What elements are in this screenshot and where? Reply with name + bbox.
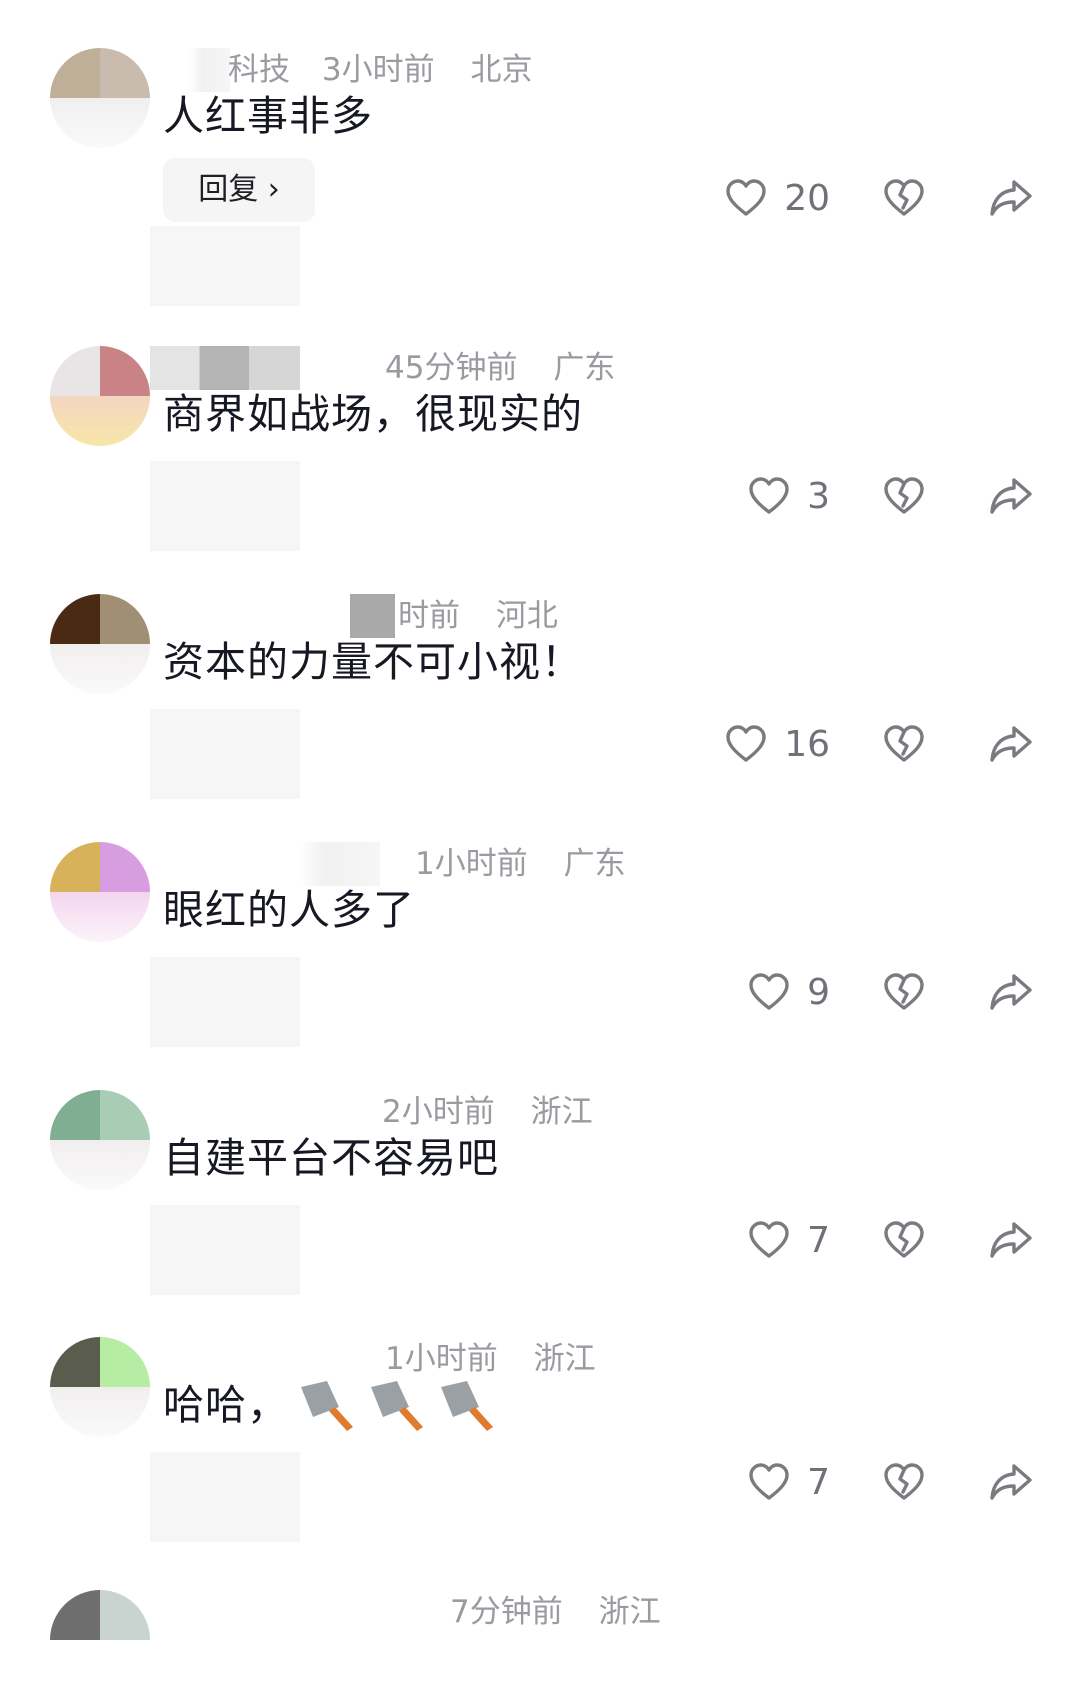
kitchen-knife-emoji bbox=[435, 1377, 499, 1433]
comment-meta: 7分钟前 浙江 bbox=[450, 1590, 661, 1634]
share-arrow-icon[interactable] bbox=[988, 722, 1034, 766]
comment-actions: 7 bbox=[0, 1452, 1080, 1512]
avatar[interactable] bbox=[50, 1090, 150, 1190]
comment-location: 浙江 bbox=[530, 1094, 593, 1130]
like-count: 7 bbox=[807, 1461, 830, 1503]
kitchen-knife-emoji bbox=[365, 1377, 429, 1433]
avatar[interactable] bbox=[50, 1337, 150, 1437]
avatar[interactable] bbox=[50, 1590, 150, 1690]
avatar[interactable] bbox=[50, 48, 150, 148]
avatar-blur bbox=[50, 1387, 150, 1437]
share-arrow-icon[interactable] bbox=[988, 970, 1034, 1014]
comment-text-row: 哈哈， bbox=[163, 1375, 499, 1435]
comment-actions: 9 bbox=[0, 962, 1080, 1022]
comment-text: 商界如战场，很现实的 bbox=[163, 390, 583, 438]
comment-meta: 1小时前 广东 bbox=[415, 842, 626, 886]
avatar[interactable] bbox=[50, 594, 150, 694]
comment-time: 7分钟前 bbox=[450, 1594, 563, 1630]
broken-heart-icon[interactable] bbox=[882, 176, 926, 220]
heart-outline-icon bbox=[749, 973, 789, 1010]
avatar-blur bbox=[50, 396, 150, 446]
avatar-blur bbox=[50, 892, 150, 942]
avatar-mosaic bbox=[50, 842, 100, 892]
avatar-mosaic bbox=[50, 1090, 100, 1140]
avatar-mosaic bbox=[100, 1090, 150, 1140]
like-button[interactable]: 7 bbox=[747, 1452, 830, 1512]
broken-heart-icon[interactable] bbox=[882, 1218, 926, 1262]
like-count: 3 bbox=[807, 475, 830, 517]
share-arrow-icon[interactable] bbox=[988, 474, 1034, 518]
avatar-blur bbox=[50, 644, 150, 694]
avatar-mosaic bbox=[100, 1337, 150, 1387]
comment-text: 资本的力量不可小视！ bbox=[163, 638, 583, 686]
avatar-mosaic bbox=[50, 1590, 100, 1640]
redacted-area bbox=[150, 226, 300, 306]
broken-heart-icon[interactable] bbox=[882, 722, 926, 766]
like-button[interactable]: 7 bbox=[747, 1210, 830, 1270]
like-count: 16 bbox=[784, 723, 830, 765]
avatar-blur bbox=[50, 1140, 150, 1190]
broken-heart-icon[interactable] bbox=[882, 1460, 926, 1504]
kitchen-knife-emoji bbox=[295, 1377, 359, 1433]
comment-text: 眼红的人多了 bbox=[163, 886, 415, 934]
share-arrow-icon[interactable] bbox=[988, 1460, 1034, 1504]
comment-time: 3小时前 bbox=[321, 52, 435, 88]
avatar-mosaic bbox=[100, 594, 150, 644]
comment-text: 哈哈， bbox=[163, 1381, 289, 1429]
comment-actions: 16 bbox=[0, 714, 1080, 774]
like-button[interactable]: 3 bbox=[747, 466, 830, 526]
avatar[interactable] bbox=[50, 346, 150, 446]
like-button[interactable]: 9 bbox=[747, 962, 830, 1022]
comment-location: 河北 bbox=[495, 598, 558, 634]
comment-actions: 7 bbox=[0, 1210, 1080, 1270]
avatar-mosaic bbox=[50, 594, 100, 644]
broken-heart-icon[interactable] bbox=[882, 474, 926, 518]
heart-outline-icon bbox=[726, 725, 766, 762]
comment-time: 时前 bbox=[398, 598, 460, 634]
comment-location: 浙江 bbox=[533, 1341, 596, 1377]
share-arrow-icon[interactable] bbox=[988, 176, 1034, 220]
comment-time: 2小时前 bbox=[382, 1094, 495, 1130]
avatar-mosaic bbox=[100, 842, 150, 892]
comment-location: 北京 bbox=[470, 52, 533, 88]
comment-actions: 3 bbox=[0, 466, 1080, 526]
avatar-mosaic bbox=[50, 346, 100, 396]
comment-location: 浙江 bbox=[598, 1594, 661, 1630]
broken-heart-icon[interactable] bbox=[882, 970, 926, 1014]
like-count: 20 bbox=[784, 177, 830, 219]
share-arrow-icon[interactable] bbox=[988, 1218, 1034, 1262]
heart-outline-icon bbox=[749, 1221, 789, 1258]
comment-location: 广东 bbox=[553, 350, 616, 386]
comment-text: 人红事非多 bbox=[163, 92, 373, 140]
avatar[interactable] bbox=[50, 842, 150, 942]
avatar-mosaic bbox=[100, 1590, 150, 1640]
avatar-blur bbox=[50, 98, 150, 148]
like-count: 7 bbox=[807, 1219, 830, 1261]
heart-outline-icon bbox=[726, 179, 766, 216]
comment-time: 45分钟前 bbox=[385, 350, 518, 386]
comment-text: 自建平台不容易吧 bbox=[163, 1134, 499, 1182]
avatar-mosaic bbox=[50, 48, 100, 98]
avatar-mosaic bbox=[100, 346, 150, 396]
heart-outline-icon bbox=[749, 477, 789, 514]
like-button[interactable]: 16 bbox=[724, 714, 830, 774]
comment-time: 1小时前 bbox=[415, 846, 528, 882]
comment-time: 1小时前 bbox=[385, 1341, 498, 1377]
username[interactable]: 科技 bbox=[228, 52, 290, 88]
like-count: 9 bbox=[807, 971, 830, 1013]
comment-location: 广东 bbox=[563, 846, 626, 882]
comment-actions: 20 bbox=[0, 168, 1080, 228]
avatar-mosaic bbox=[100, 48, 150, 98]
heart-outline-icon bbox=[749, 1463, 789, 1500]
avatar-mosaic bbox=[50, 1337, 100, 1387]
like-button[interactable]: 20 bbox=[724, 168, 830, 228]
